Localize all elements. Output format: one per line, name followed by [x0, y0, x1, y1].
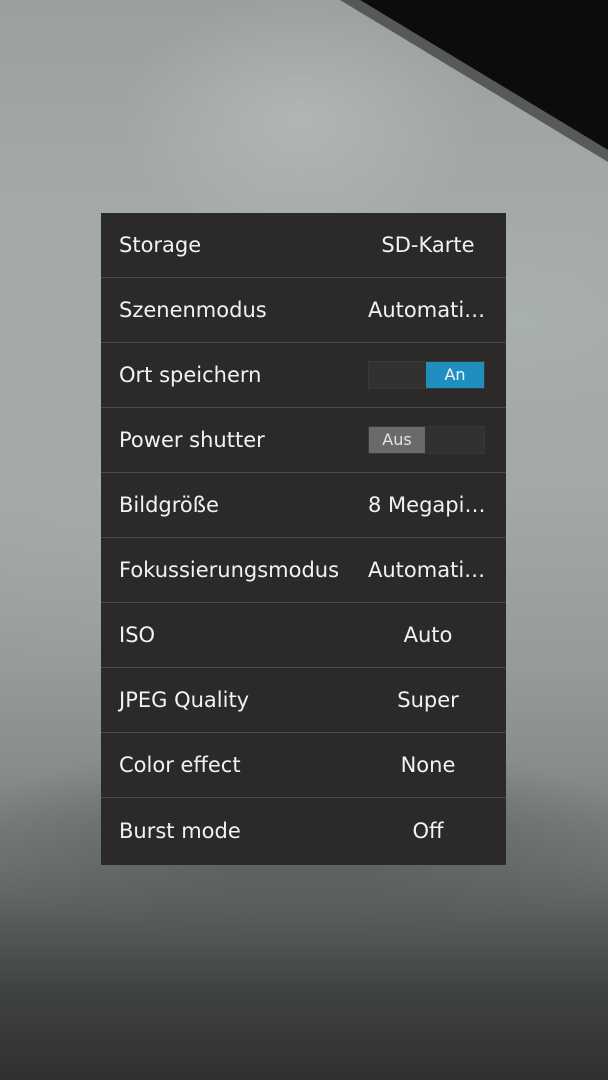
setting-value: Off — [412, 818, 444, 843]
store-location-toggle[interactable]: An — [368, 361, 485, 389]
setting-power-shutter[interactable]: Power shutter Aus — [101, 408, 506, 473]
setting-store-location[interactable]: Ort speichern An — [101, 343, 506, 408]
setting-value: SD-Karte — [381, 233, 475, 257]
setting-value: 8 Megapix… — [368, 493, 492, 517]
setting-value: None — [400, 753, 456, 777]
setting-value: Automatis… — [368, 298, 492, 322]
toggle-knob-off: Aus — [369, 427, 425, 453]
setting-picture-size[interactable]: Bildgröße 8 Megapix… — [101, 473, 506, 538]
setting-label: Burst mode — [119, 818, 241, 843]
setting-label: Storage — [119, 233, 202, 257]
camera-settings-panel: Storage SD-Karte Szenenmodus Automatis… … — [101, 213, 506, 865]
toggle-knob-on: An — [426, 362, 484, 388]
setting-label: Bildgröße — [119, 493, 219, 517]
setting-label: Szenenmodus — [119, 298, 267, 322]
setting-label: Ort speichern — [119, 363, 262, 387]
setting-value: Auto — [403, 623, 453, 647]
setting-focus-mode[interactable]: Fokussierungsmodus Automatis… — [101, 538, 506, 603]
setting-label: JPEG Quality — [119, 688, 250, 712]
setting-label: ISO — [119, 623, 156, 647]
setting-label: Color effect — [119, 753, 241, 777]
setting-iso[interactable]: ISO Auto — [101, 603, 506, 668]
setting-color-effect[interactable]: Color effect None — [101, 733, 506, 798]
setting-label: Power shutter — [119, 428, 265, 452]
setting-label: Fokussierungsmodus — [119, 558, 340, 582]
setting-burst-mode[interactable]: Burst mode Off — [101, 798, 506, 863]
setting-jpeg-quality[interactable]: JPEG Quality Super — [101, 668, 506, 733]
power-shutter-toggle[interactable]: Aus — [368, 426, 485, 454]
setting-storage[interactable]: Storage SD-Karte — [101, 213, 506, 278]
setting-value: Automatis… — [368, 558, 492, 582]
setting-value: Super — [397, 688, 459, 712]
setting-scene-mode[interactable]: Szenenmodus Automatis… — [101, 278, 506, 343]
